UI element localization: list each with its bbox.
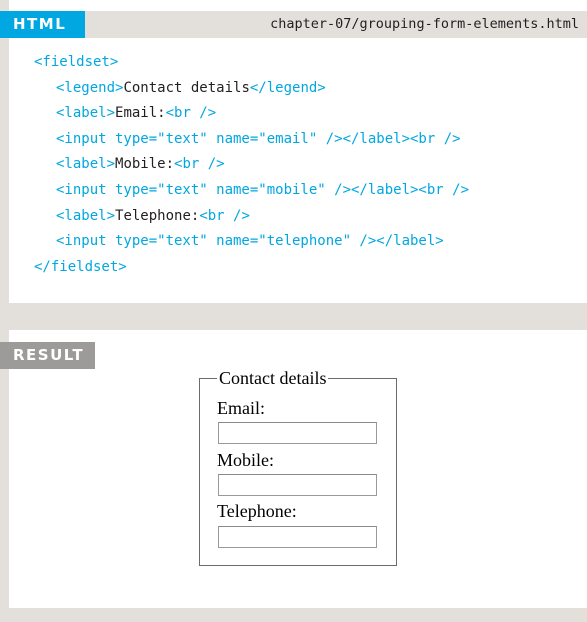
code-markup: <fieldset>	[34, 54, 119, 70]
html-section-tag: HTML	[0, 11, 85, 38]
code-markup: <br />	[199, 207, 250, 224]
code-text: Mobile:	[115, 156, 175, 173]
code-line: </fieldset>	[34, 259, 127, 275]
code-markup: <input type="text" name="mobile" /></lab…	[56, 181, 470, 198]
code-markup: <label>	[56, 105, 116, 122]
code-line: <label>Telephone:<br />	[34, 208, 250, 224]
code-markup: <label>	[56, 207, 116, 224]
code-line: <input type="text" name="email" /></labe…	[34, 131, 461, 147]
code-markup: </fieldset>	[34, 258, 127, 275]
code-markup: </legend>	[249, 79, 326, 96]
email-input[interactable]	[218, 422, 377, 444]
code-line: <input type="text" name="telephone" /></…	[34, 233, 444, 249]
code-text: Email:	[115, 105, 166, 122]
code-listing: <fieldset> <legend>Contact details</lege…	[34, 50, 469, 280]
code-markup: <input type="text" name="email" /></labe…	[56, 130, 461, 147]
email-label: Email:	[217, 398, 265, 418]
code-markup: <br />	[174, 156, 225, 173]
code-text: Telephone:	[115, 207, 200, 224]
code-line: <input type="text" name="mobile" /></lab…	[34, 182, 469, 198]
result-section-tag: RESULT	[0, 342, 95, 369]
telephone-label: Telephone:	[217, 501, 297, 521]
code-line: <fieldset>	[34, 54, 118, 70]
code-line: <label>Mobile:<br />	[34, 156, 225, 172]
code-line: <label>Email:<br />	[34, 105, 216, 121]
mobile-label: Mobile:	[217, 450, 274, 470]
code-line: <legend>Contact details</legend>	[34, 80, 326, 96]
code-markup: <legend>	[56, 79, 124, 96]
code-markup: <br />	[165, 105, 217, 122]
mobile-input[interactable]	[218, 474, 377, 496]
telephone-input[interactable]	[218, 526, 377, 548]
code-filename: chapter-07/grouping-form-elements.html	[270, 16, 579, 32]
fieldset-legend: Contact details	[217, 368, 329, 389]
code-markup: <input type="text" name="telephone" /></…	[56, 233, 444, 250]
code-text: Contact details	[123, 79, 250, 96]
html-header-bar: chapter-07/grouping-form-elements.html	[85, 11, 587, 38]
code-markup: <label>	[56, 156, 116, 173]
